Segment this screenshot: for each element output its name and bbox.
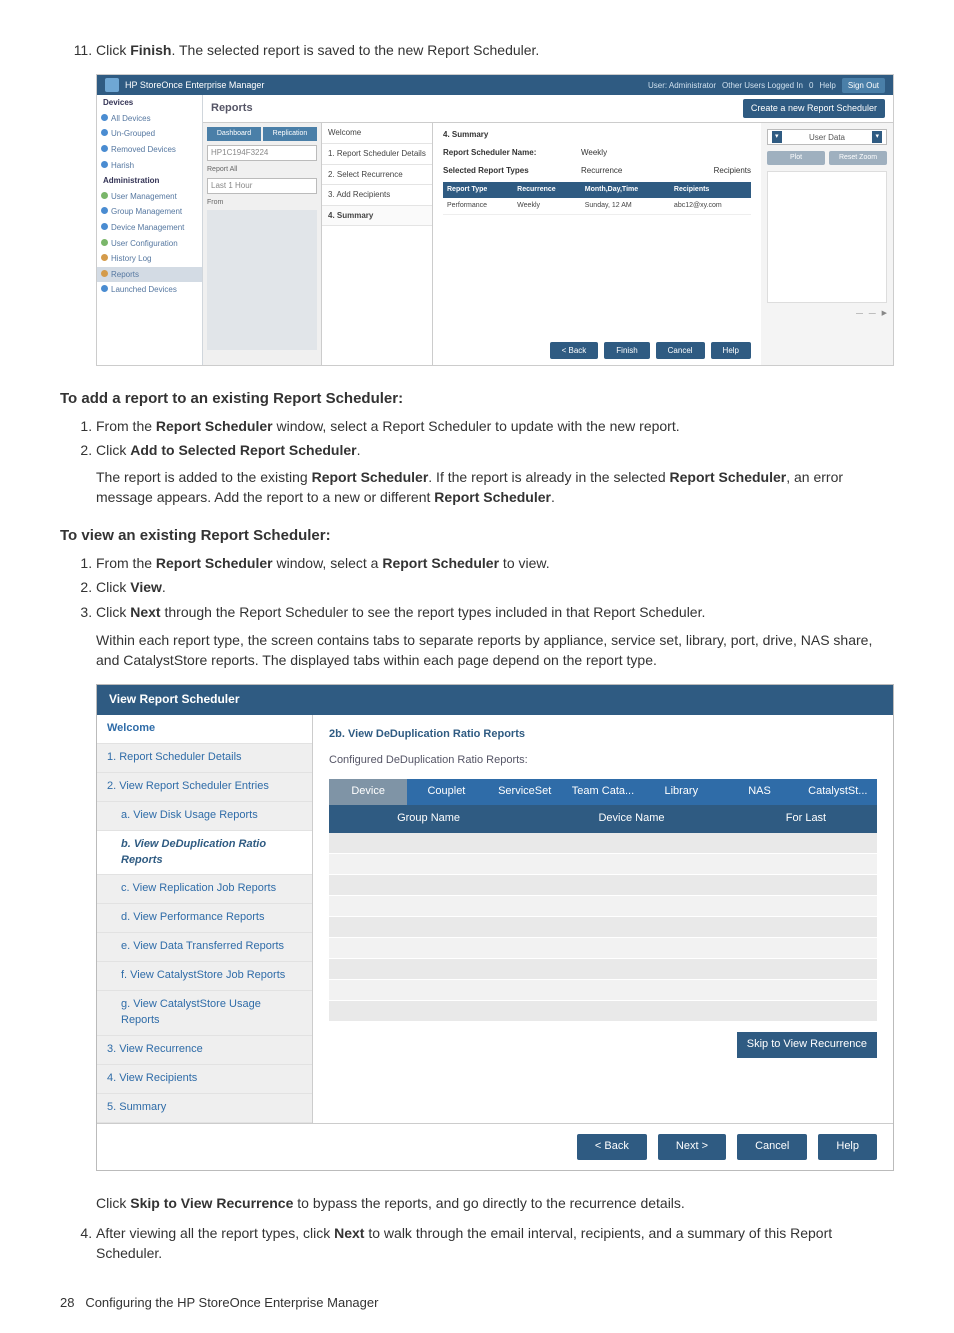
wizard-steps: Welcome 1. Report Scheduler Details 2. S… bbox=[322, 123, 433, 365]
app-title: HP StoreOnce Enterprise Manager bbox=[125, 79, 264, 92]
back-button[interactable]: < Back bbox=[550, 342, 599, 360]
view-step-4: After viewing all the report types, clic… bbox=[96, 1223, 894, 1264]
view-step-3: Click Next through the Report Scheduler … bbox=[96, 602, 894, 671]
next-button[interactable]: Next > bbox=[658, 1134, 726, 1160]
sidebar-nav: Devices All Devices Un-Grouped Removed D… bbox=[97, 95, 203, 365]
right-panel: ▾User Data▾ Plot Reset Zoom — — ▶ bbox=[761, 123, 893, 365]
figure-view-scheduler: View Report Scheduler Welcome 1. Report … bbox=[96, 684, 894, 1170]
heading-add-report: To add a report to an existing Report Sc… bbox=[60, 388, 894, 410]
table-row bbox=[329, 1000, 877, 1021]
reports-header: Reports Create a new Report Scheduler bbox=[203, 95, 893, 123]
summary-table: Report Type Recurrence Month,Day,Time Re… bbox=[443, 182, 751, 215]
filters-panel: Dashboard Replication HP1C194F3224 Repor… bbox=[203, 123, 322, 365]
table-row bbox=[329, 937, 877, 958]
app-titlebar: HP StoreOnce Enterprise Manager User: Ad… bbox=[97, 75, 893, 95]
wizard-nav: Welcome 1. Report Scheduler Details 2. V… bbox=[97, 715, 313, 1123]
table-row bbox=[329, 979, 877, 1000]
add-step-1: From the Report Scheduler window, select… bbox=[96, 416, 894, 436]
figure-summary-screenshot: HP StoreOnce Enterprise Manager User: Ad… bbox=[96, 74, 894, 366]
help-button[interactable]: Help bbox=[818, 1134, 877, 1160]
plot-button[interactable]: Plot bbox=[767, 151, 825, 165]
chart-placeholder bbox=[767, 171, 887, 303]
summary-panel: 4. Summary Report Scheduler Name:Weekly … bbox=[433, 123, 761, 365]
sign-out-button[interactable]: Sign Out bbox=[842, 78, 885, 94]
dialog-title: View Report Scheduler bbox=[97, 685, 893, 714]
page-footer: 28 Configuring the HP StoreOnce Enterpri… bbox=[60, 1294, 894, 1313]
wizard-action-buttons: < Back Finish Cancel Help bbox=[550, 342, 751, 360]
table-row bbox=[329, 833, 877, 854]
table-row bbox=[329, 916, 877, 937]
finish-button[interactable]: Finish bbox=[604, 342, 649, 360]
nav-active[interactable]: b. View DeDuplication Ratio Reports bbox=[97, 831, 312, 876]
sidebar-item-reports[interactable]: Reports bbox=[97, 267, 202, 283]
dialog-buttons: < Back Next > Cancel Help bbox=[97, 1123, 893, 1170]
help-button[interactable]: Help bbox=[711, 342, 751, 360]
reset-zoom-button[interactable]: Reset Zoom bbox=[829, 151, 887, 165]
data-select[interactable]: ▾User Data▾ bbox=[767, 129, 887, 145]
reports-table: Group Name Device Name For Last bbox=[329, 805, 877, 1022]
table-row bbox=[329, 958, 877, 979]
view-step-2: Click View. bbox=[96, 577, 894, 597]
device-select[interactable]: HP1C194F3224 bbox=[207, 145, 317, 161]
table-row bbox=[329, 874, 877, 895]
hp-logo-icon bbox=[105, 78, 119, 92]
skip-paragraph: Click Skip to View Recurrence to bypass … bbox=[96, 1193, 894, 1213]
add-step-2: Click Add to Selected Report Scheduler. … bbox=[96, 440, 894, 507]
skip-to-recurrence-button[interactable]: Skip to View Recurrence bbox=[737, 1032, 877, 1058]
wizard-content: 2b. View DeDuplication Ratio Reports Con… bbox=[313, 715, 893, 1123]
step-11: Click Finish. The selected report is sav… bbox=[96, 40, 894, 60]
back-button[interactable]: < Back bbox=[577, 1134, 647, 1160]
cancel-button[interactable]: Cancel bbox=[656, 342, 705, 360]
view-step-1: From the Report Scheduler window, select… bbox=[96, 553, 894, 573]
timerange-select[interactable]: Last 1 Hour bbox=[207, 178, 317, 194]
table-row bbox=[329, 895, 877, 916]
heading-view-scheduler: To view an existing Report Scheduler: bbox=[60, 525, 894, 547]
cancel-button[interactable]: Cancel bbox=[737, 1134, 807, 1160]
create-scheduler-button[interactable]: Create a new Report Scheduler bbox=[743, 99, 885, 118]
report-tabs: Device Couplet ServiceSet Team Cata... L… bbox=[329, 779, 877, 805]
table-row bbox=[329, 853, 877, 874]
